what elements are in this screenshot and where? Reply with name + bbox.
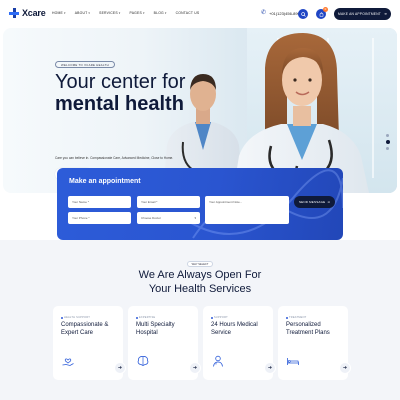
bed-icon: [287, 358, 299, 365]
why-select-badge: WHY SELECT: [187, 261, 213, 267]
arrow-right-icon: ➜: [327, 200, 331, 204]
card-title: Personalized Treatment Plans: [286, 322, 330, 336]
search-button[interactable]: [298, 9, 308, 19]
nav-item-contact[interactable]: CONTACT US: [176, 11, 200, 15]
slider-pagination: [385, 134, 390, 150]
nav-item-home[interactable]: HOME ▾: [52, 11, 66, 15]
doctor-icon: [213, 355, 223, 367]
send-message-button[interactable]: SEND MESSAGE ➜: [294, 196, 335, 208]
chevron-down-icon: ▾: [63, 11, 66, 15]
card-arrow-button[interactable]: ➜: [339, 362, 351, 374]
card-arrow-button[interactable]: ➜: [264, 362, 276, 374]
message-field[interactable]: Your Appointment Note...: [205, 196, 289, 224]
arrow-right-icon: ➜: [384, 12, 387, 16]
cart-button[interactable]: 0: [316, 7, 328, 19]
slider-dot[interactable]: [386, 134, 389, 137]
make-appointment-button[interactable]: MAKE AN APPOINTMENT ➜: [334, 8, 391, 20]
doctor-select[interactable]: Choose Doctor ▾: [137, 212, 200, 224]
page: Xcare HOME ▾ ABOUT ▾ SERVICES ▾ PAGES ▾ BLOG…: [0, 0, 400, 400]
phone-number: +01(123)456-890: [269, 10, 300, 16]
nav-item-pages[interactable]: PAGES ▾: [130, 11, 145, 15]
bag-icon: [319, 11, 323, 17]
hand-heart-icon: [62, 358, 74, 366]
cart-count-badge: 0: [323, 7, 328, 12]
card-title: Multi Specialty Hospital: [136, 322, 175, 336]
chevron-down-icon: ▾: [88, 11, 91, 15]
chevron-down-icon: ▾: [118, 11, 121, 15]
service-card[interactable]: HEALTH SUPPORT Compassionate & Expert Car…: [53, 306, 126, 380]
name-field[interactable]: Your Name *: [68, 196, 131, 208]
chevron-down-icon: ▾: [142, 11, 145, 15]
card-tag: EXPERTISE: [136, 316, 155, 319]
card-tag: TREATMENT: [286, 316, 306, 319]
brain-icon: [137, 356, 149, 366]
service-card[interactable]: TREATMENT Personalized Treatment Plans ➜: [278, 306, 351, 380]
card-arrow-button[interactable]: ➜: [189, 362, 201, 374]
phone-icon: ✆: [261, 10, 267, 16]
nav-item-about[interactable]: ABOUT ▾: [75, 11, 90, 15]
card-title: Compassionate & Expert Care: [61, 322, 109, 336]
service-card[interactable]: EXPERTISE Multi Specialty Hospital ➜: [128, 306, 201, 380]
card-title: 24 Hours Medical Service: [211, 322, 258, 336]
phone-field[interactable]: Your Phone *: [68, 212, 131, 224]
nav-item-blog[interactable]: BLOG ▾: [154, 11, 167, 15]
card-tag: HEALTH SUPPORT: [61, 316, 90, 319]
slider-dot-active[interactable]: [385, 140, 390, 144]
header-phone[interactable]: ✆ +01(123)456-890: [261, 10, 300, 16]
services-title: We Are Always Open For Your Health Servi…: [138, 269, 262, 295]
chevron-down-icon: ▾: [194, 216, 196, 220]
main-nav: HOME ▾ ABOUT ▾ SERVICES ▾ PAGES ▾ BLOG ▾ CONT…: [52, 11, 199, 15]
brand-name: Xcare: [22, 8, 46, 18]
hero-title: Your center for mental health: [55, 71, 186, 115]
nav-item-services[interactable]: SERVICES ▾: [99, 11, 120, 15]
slider-dot[interactable]: [386, 147, 389, 150]
search-icon: [300, 11, 306, 17]
hero-tag-badge: WELCOME TO XCARE HEALTH: [55, 61, 115, 68]
chevron-down-icon: ▾: [164, 11, 167, 15]
logo[interactable]: Xcare: [9, 8, 46, 18]
email-field[interactable]: Your Email *: [137, 196, 200, 208]
card-tag: SUPPORT: [211, 316, 228, 319]
appointment-title: Make an appointment: [69, 178, 141, 185]
site-header: Xcare HOME ▾ ABOUT ▾ SERVICES ▾ PAGES ▾ BLOG…: [0, 0, 400, 28]
logo-cross-icon: [9, 8, 19, 18]
hero-description: Care you can believe in. Compassionate C…: [55, 156, 174, 160]
card-arrow-button[interactable]: ➜: [114, 362, 126, 374]
service-card[interactable]: SUPPORT 24 Hours Medical Service ➜: [203, 306, 276, 380]
